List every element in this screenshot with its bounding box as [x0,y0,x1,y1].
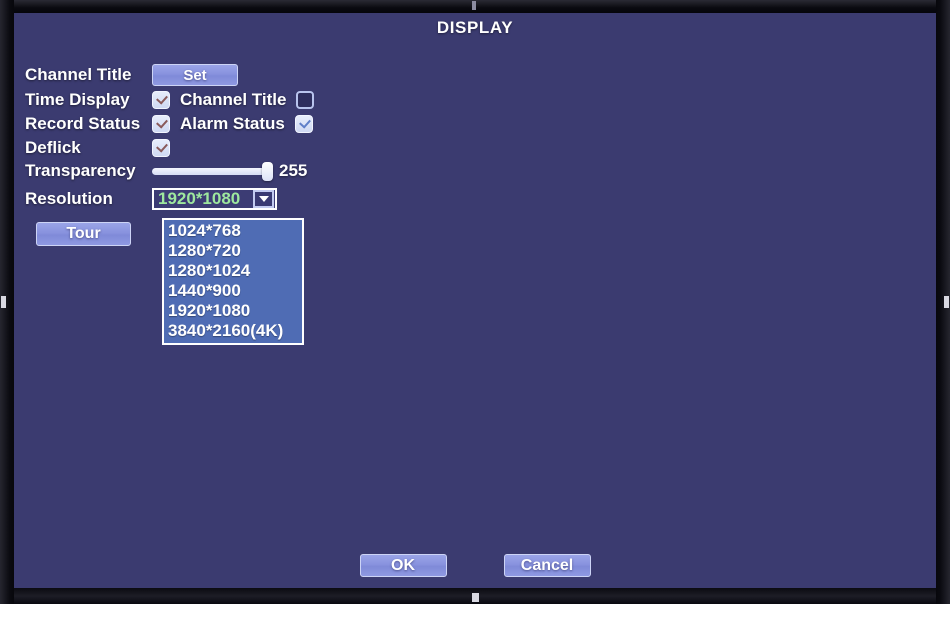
ok-button[interactable]: OK [359,554,447,577]
list-item[interactable]: 1280*720 [164,241,302,261]
dialog-footer: OK Cancel [14,554,936,577]
chevron-down-icon[interactable] [253,190,274,208]
transparency-value: 255 [279,161,308,180]
channel-title-overlay-label: Channel Title [180,90,287,109]
alarm-status-checkbox[interactable] [294,115,313,133]
time-display-checkbox[interactable] [152,91,170,109]
display-settings-screen: DISPLAY Channel Title Set Time Display C… [14,13,936,588]
list-item[interactable]: 3840*2160(4K) [164,321,302,341]
row-transparency: Transparency 255 [25,161,307,181]
resolution-selected-value: 1920*1080 [158,189,241,208]
record-status-checkbox[interactable] [152,115,170,133]
row-time-display: Time Display Channel Title [25,90,315,110]
channel-title-overlay-checkbox[interactable] [296,91,315,109]
bezel-bottom-marker [472,593,479,602]
monitor-bezel: DISPLAY Channel Title Set Time Display C… [0,0,950,604]
bezel-top-marker [472,1,476,10]
list-item[interactable]: 1280*1024 [164,261,302,281]
list-item[interactable]: 1440*900 [164,281,302,301]
time-display-label: Time Display [25,90,130,109]
row-record-status: Record Status Alarm Status [25,114,313,134]
bezel-right-marker [944,296,949,308]
transparency-slider-handle[interactable] [262,161,273,181]
transparency-label: Transparency [25,161,136,180]
resolution-select[interactable]: 1920*1080 [152,188,277,210]
list-item[interactable]: 1920*1080 [164,301,302,321]
transparency-slider[interactable] [152,161,273,181]
chevron-down-glyph [258,196,269,202]
alarm-status-label: Alarm Status [180,114,285,133]
set-button[interactable]: Set [152,64,238,86]
resolution-dropdown-list[interactable]: 1024*768 1280*720 1280*1024 1440*900 192… [162,218,304,345]
cancel-button[interactable]: Cancel [503,554,591,577]
record-status-label: Record Status [25,114,141,133]
bezel-left-marker [1,296,6,308]
row-resolution: Resolution 1920*1080 [25,188,277,210]
window-title-bar: DISPLAY [14,13,936,45]
tour-button[interactable]: Tour [36,222,131,246]
page-title: DISPLAY [436,18,514,37]
row-channel-title: Channel Title Set [25,64,238,86]
deflick-checkbox[interactable] [152,139,170,157]
channel-title-label: Channel Title [25,65,132,84]
list-item[interactable]: 1024*768 [164,221,302,241]
deflick-label: Deflick [25,138,81,157]
row-deflick: Deflick [25,138,170,158]
resolution-label: Resolution [25,189,113,208]
